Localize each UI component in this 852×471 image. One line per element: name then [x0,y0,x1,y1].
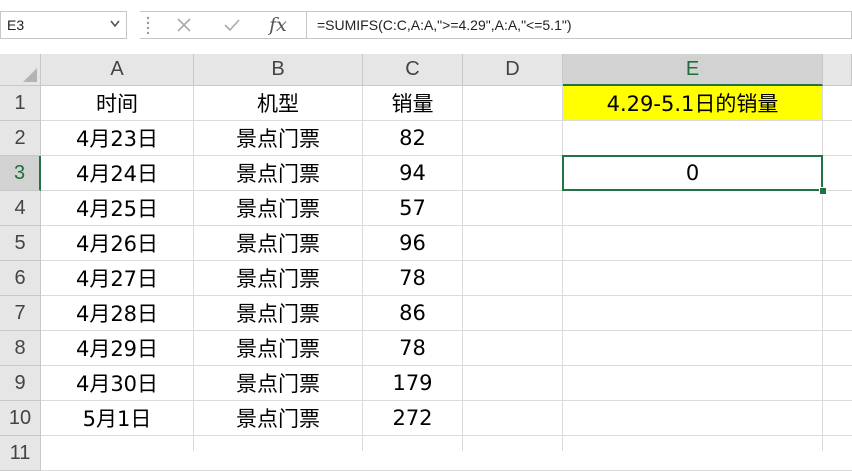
gridline-horizontal [41,435,852,436]
cell-a1-header-time[interactable]: 时间 [41,86,193,120]
cell-model[interactable]: 景点门票 [194,296,362,330]
select-all-triangle-icon [23,68,37,82]
cell-e1-label[interactable]: 4.29-5.1日的销量 [563,86,822,120]
row-header-8[interactable]: 8 [0,331,41,366]
cell-time[interactable]: 4月24日 [41,156,193,190]
cell-model[interactable]: 景点门票 [194,121,362,155]
cell-time[interactable]: 4月25日 [41,191,193,225]
column-header-d[interactable]: D [463,54,563,86]
cell-sales[interactable]: 82 [363,121,462,155]
fill-handle[interactable] [819,187,827,195]
gridline-vertical [562,86,563,451]
cancel-button[interactable] [164,11,204,39]
row-header-6[interactable]: 6 [0,261,41,296]
cell-time[interactable]: 4月28日 [41,296,193,330]
cell-sales[interactable]: 86 [363,296,462,330]
row-header-5[interactable]: 5 [0,226,41,261]
column-header-a[interactable]: A [41,54,194,86]
cell-model[interactable]: 景点门票 [194,226,362,260]
insert-function-button[interactable]: fx [258,11,298,39]
cell-time[interactable]: 4月23日 [41,121,193,155]
cell-model[interactable]: 景点门票 [194,156,362,190]
enter-button[interactable] [212,11,252,39]
gridline-vertical [462,86,463,451]
column-header-e[interactable]: E [563,54,823,86]
row-header-9[interactable]: 9 [0,366,41,401]
drag-handle-icon[interactable] [146,16,150,34]
cell-sales[interactable]: 57 [363,191,462,225]
gridline-vertical [822,86,823,451]
cell-time[interactable]: 5月1日 [41,401,193,435]
name-box-value: E3 [7,17,25,33]
cell-sales[interactable]: 179 [363,366,462,400]
cell-sales[interactable]: 78 [363,261,462,295]
row-header-4[interactable]: 4 [0,191,41,226]
cell-sales[interactable]: 96 [363,226,462,260]
row-header-3[interactable]: 3 [0,156,41,191]
formula-text: =SUMIFS(C:C,A:A,">=4.29",A:A,"<=5.1") [317,17,572,33]
chevron-down-icon[interactable] [110,18,120,30]
formula-input[interactable]: =SUMIFS(C:C,A:A,">=4.29",A:A,"<=5.1") [306,11,852,39]
cell-b1-header-model[interactable]: 机型 [194,86,362,120]
close-icon [177,18,191,32]
select-all-button[interactable] [0,54,41,86]
column-header-filler [823,54,852,86]
cell-sales[interactable]: 94 [363,156,462,190]
cell-model[interactable]: 景点门票 [194,331,362,365]
name-box[interactable]: E3 [0,11,127,39]
cell-c1-header-sales[interactable]: 销量 [363,86,462,120]
fx-icon: fx [269,14,287,36]
cell-time[interactable]: 4月26日 [41,226,193,260]
spreadsheet-grid: A B C D E 1 2 3 4 5 6 7 8 9 10 11 时间 机型 销量 4.29-5.1日的销量 4月23… [0,54,852,471]
cell-time[interactable]: 4月27日 [41,261,193,295]
selection-box [562,155,823,191]
cell-model[interactable]: 景点门票 [194,401,362,435]
cell-model[interactable]: 景点门票 [194,191,362,225]
row-header-1[interactable]: 1 [0,86,41,121]
column-header-b[interactable]: B [194,54,363,86]
cell-model[interactable]: 景点门票 [194,261,362,295]
cell-sales[interactable]: 272 [363,401,462,435]
cell-model[interactable]: 景点门票 [194,366,362,400]
row-header-10[interactable]: 10 [0,401,41,436]
cell-time[interactable]: 4月30日 [41,366,193,400]
row-header-11[interactable]: 11 [0,436,41,471]
row-header-2[interactable]: 2 [0,121,41,156]
cell-sales[interactable]: 78 [363,331,462,365]
cell-time[interactable]: 4月29日 [41,331,193,365]
row-header-7[interactable]: 7 [0,296,41,331]
column-header-c[interactable]: C [363,54,463,86]
formula-bar: E3 fx =SUMIFS(C:C,A:A,">=4.29",A:A,"<=5.… [0,0,852,54]
checkmark-icon [224,19,240,32]
